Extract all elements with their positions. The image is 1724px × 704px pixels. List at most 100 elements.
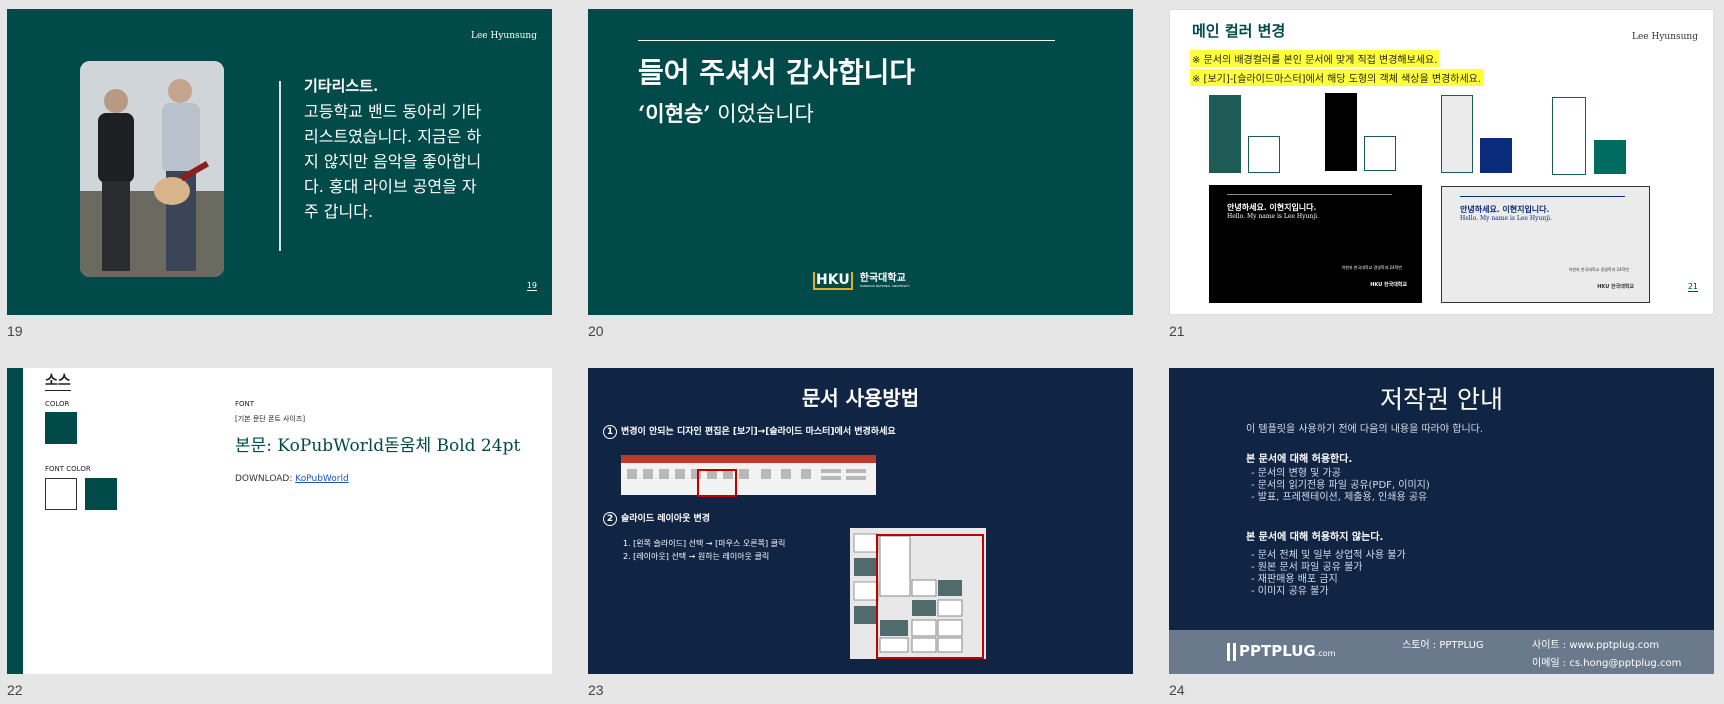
allowed-list: - 문서의 변형 및 가공 - 문서의 읽기전용 파일 공유(PDF, 이미지)… [1251,468,1430,504]
color-swatch-navy [1480,138,1512,173]
denied-item: - 이미지 공유 불가 [1251,586,1329,597]
ribbon-toolbar-icon [627,469,866,480]
brand-logo: PPTPLUG.com [1227,642,1335,661]
intro-text: 이 템플릿을 사용하기 전에 다음의 내용을 따라야 합니다. [1246,424,1484,435]
slide-thumbnail-21[interactable]: 메인 컬러 변경 Lee Hyunsung ※ 문서의 배경컬러를 본인 문서에… [1169,9,1714,315]
slide-number-label: 21 [1169,323,1185,339]
slide-thumbnail-23[interactable]: 문서 사용방법 1 변경이 안되는 디자인 편집은 [보기]→[슬라이드 마스터]… [588,368,1133,674]
top-rule [638,40,1055,41]
author-name: Lee Hyunsung [471,31,537,41]
denied-heading: 본 문서에 대해 허용하지 않는다. [1246,532,1384,543]
brand-suffix: .com [1315,649,1336,658]
highlight-box [697,469,737,497]
ribbon-screenshot [621,455,876,497]
logo-subtitle: HANKOOK NATIONAL UNIVERSITY [859,284,910,288]
presenter-name: ‘이현승’ [638,101,711,126]
card-signature: 이현지 한국대학교 경영학과 24학번 [1341,265,1402,270]
caption-body: 고등학교 밴드 동아리 기타리스트였습니다. 지금은 하지 않지만 음악을 좋아… [304,102,482,221]
slide-title: 소스 [45,370,71,391]
color-swatch-outline [1248,136,1280,173]
color-swatch-black [1325,93,1357,171]
step-2: 2 슬라이드 레이아웃 변경 [603,511,710,526]
card-logo: HKU 한국대학교 [1597,284,1634,290]
denied-item: - 재판매용 배포 금지 [1251,574,1338,585]
denied-list: - 문서 전체 및 일부 상업적 사용 불가 - 원본 문서 파일 공유 불가 … [1251,550,1406,598]
download-link[interactable]: KoPubWorld [295,474,348,484]
footer-bar: PPTPLUG.com 스토어 : PPTPLUG 사이트 : www.pptp… [1169,630,1714,674]
slide-thumbnail-24[interactable]: 저작권 안내 이 템플릿을 사용하기 전에 다음의 내용을 따라야 합니다. 본… [1169,368,1714,674]
step-1-number: 1 [603,424,617,439]
ribbon-tab-bar [621,455,876,463]
two-people-photo-icon [80,61,224,277]
slide-thumbnail-20[interactable]: 들어 주셔서 감사합니다 ‘이현승’ 이었습니다 HKU 한국대학교 HANKO… [588,9,1133,315]
slide-title: 문서 사용방법 [801,386,920,410]
color-swatch-outline [1364,136,1396,171]
step-1-text: 변경이 안되는 디자인 편집은 [보기]→[슬라이드 마스터]에서 변경하세요 [621,427,896,437]
color-label: COLOR [45,400,70,408]
slide-title: 저작권 안내 [1380,385,1503,414]
font-color-label: FONT COLOR [45,465,91,473]
color-swatch-green [1594,140,1626,174]
card-rule [1460,196,1625,197]
caption-text: 기타리스트. 고등학교 밴드 동아리 기타리스트였습니다. 지금은 하지 않지만… [304,73,484,224]
layout-menu-screenshot [850,528,986,659]
slide-number-label: 22 [7,682,23,698]
highlight-box [876,534,984,659]
font-color-white-swatch [45,478,77,510]
card-signature: 이현지 한국대학교 경영학과 24학번 [1568,267,1629,272]
page-number: 21 [1687,282,1698,292]
slide-thumbnail-19[interactable]: Lee Hyunsung 기타리스트. 고등학교 밴드 동아리 기타리스트였습니… [7,9,552,315]
sample-card-light: 안녕하세요. 이현지입니다. Hello. My name is Lee Hyu… [1441,186,1650,303]
logo-mark: HKU [813,272,853,290]
slide-number-label: 20 [588,323,604,339]
step-2-item: 1. [왼쪽 슬라이드] 선택 → [마우스 오른쪽] 클릭 [623,539,786,548]
color-swatch-teal [1209,95,1241,173]
denied-item: - 원본 문서 파일 공유 불가 [1251,562,1363,573]
sample-card-dark: 안녕하세요. 이현지입니다. Hello. My name is Lee Hyu… [1209,185,1422,303]
card-greeting-en: Hello. My name is Lee Hyunji. [1460,215,1552,222]
email-info: 이메일 : cs.hong@pptplug.com [1532,658,1682,669]
font-color-teal-swatch [85,478,117,510]
slide-number-label: 23 [588,682,604,698]
brand-icon [1227,642,1236,661]
allowed-item: - 문서의 변형 및 가공 [1251,468,1341,479]
presenter-suffix: 이었습니다 [710,102,814,126]
card-rule [1227,194,1392,195]
caption-head: 기타리스트. [304,77,379,95]
divider-line [279,81,281,251]
font-name: 본문: KoPubWorld돋움체 Bold 24pt [235,436,521,456]
instruction-note-2: ※ [보기]-[슬라이드마스터]에서 해당 도형의 객체 색상을 변경하세요. [1190,69,1484,86]
font-size-note: [기본 문단 폰트 사이즈] [235,415,306,423]
download-label: DOWNLOAD: [235,474,293,484]
store-info: 스토어 : PPTPLUG [1402,640,1484,651]
card-greeting: 안녕하세요. 이현지입니다. [1227,202,1317,212]
presenter-line: ‘이현승’ 이었습니다 [638,98,814,128]
guitarist-photo [80,61,224,277]
denied-item: - 문서 전체 및 일부 상업적 사용 불가 [1251,550,1406,561]
main-color-swatch [45,412,77,444]
card-greeting: 안녕하세요. 이현지입니다. [1460,204,1550,214]
slide-number-label: 24 [1169,682,1185,698]
step-2-text: 슬라이드 레이아웃 변경 [621,514,711,524]
slide-number-label: 19 [7,323,23,339]
font-label: FONT [235,400,255,408]
color-swatch-light [1441,95,1473,173]
card-logo: HKU 한국대학교 [1370,282,1407,288]
step-2-item: 2. [레이아웃] 선택 → 원하는 레이아웃 클릭 [623,552,770,561]
allowed-item: - 발표, 프레젠테이션, 제출용, 인쇄용 공유 [1251,492,1428,503]
step-1: 1 변경이 안되는 디자인 편집은 [보기]→[슬라이드 마스터]에서 변경하세요 [603,424,896,439]
download-line: DOWNLOAD: KoPubWorld [235,474,349,484]
author-name: Lee Hyunsung [1632,32,1698,42]
allowed-item: - 문서의 읽기전용 파일 공유(PDF, 이미지) [1251,480,1430,491]
step-2-number: 2 [603,511,617,526]
slide-thumbnail-22[interactable]: 소스 COLOR FONT COLOR FONT [기본 문단 폰트 사이즈] … [7,368,552,674]
card-greeting-en: Hello. My name is Lee Hyunji. [1227,213,1319,220]
page-number: 19 [526,281,537,291]
site-info: 사이트 : www.pptplug.com [1532,640,1660,651]
instruction-note-1: ※ 문서의 배경컬러를 본인 문서에 맞게 직접 변경해보세요. [1190,50,1440,67]
thank-you-title: 들어 주셔서 감사합니다 [638,56,916,89]
brand-name: PPTPLUG [1239,642,1316,660]
university-logo: HKU 한국대학교 HANKOOK NATIONAL UNIVERSITY [813,269,910,290]
allowed-heading: 본 문서에 대해 허용한다. [1246,454,1353,465]
slide-title: 메인 컬러 변경 [1192,22,1286,40]
